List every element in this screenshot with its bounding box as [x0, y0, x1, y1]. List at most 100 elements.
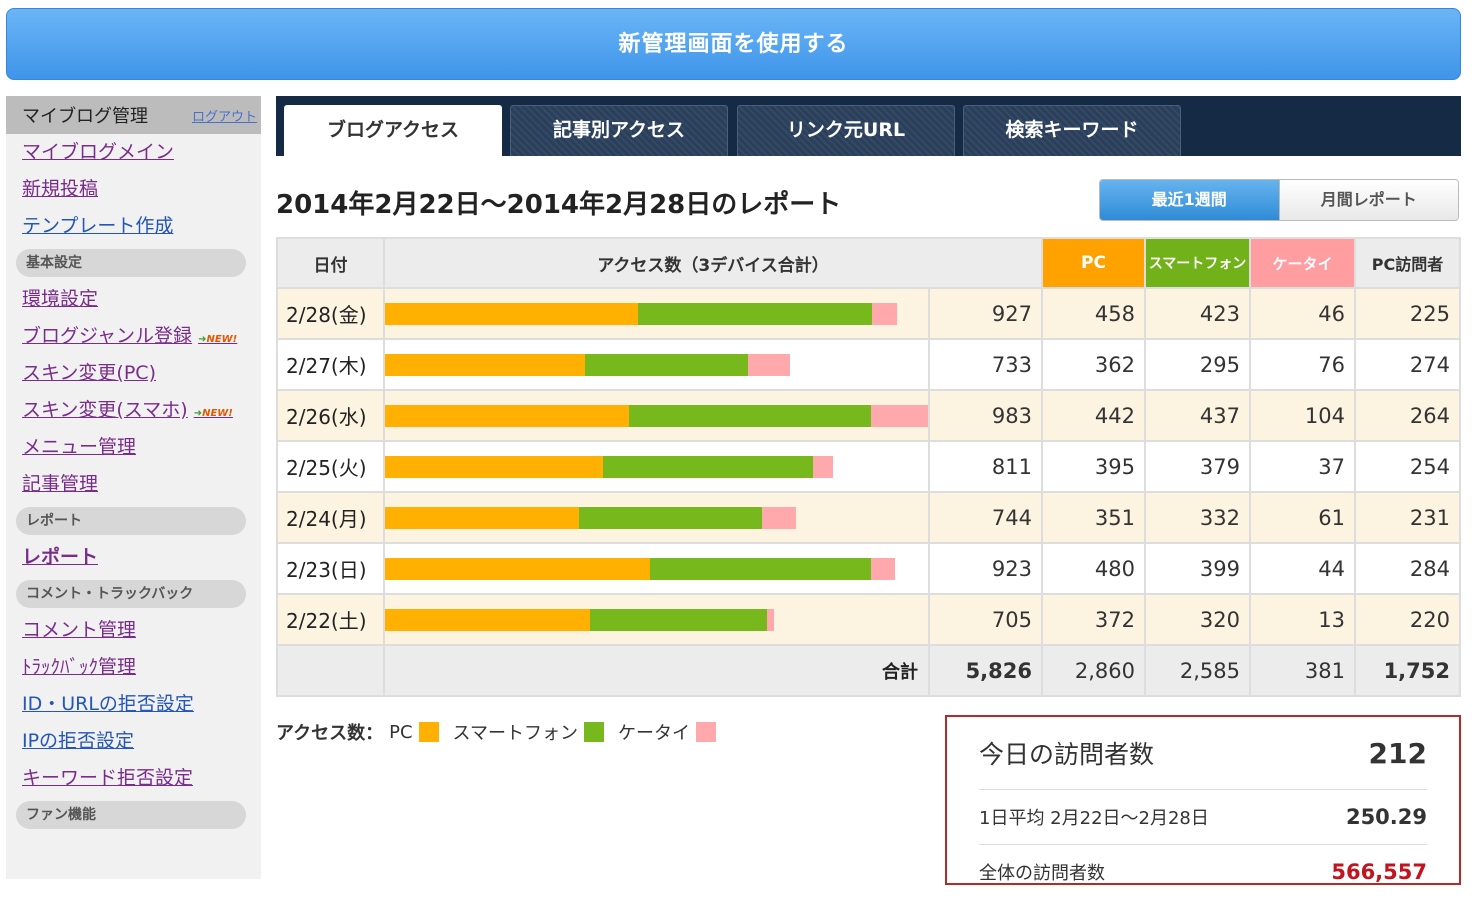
row-total: 744: [928, 491, 1043, 544]
sidebar-menu: マイブログメイン新規投稿テンプレート作成基本設定環境設定ブログジャンル登録 ➜NE…: [6, 134, 261, 829]
col-pc: PC: [1041, 237, 1146, 289]
access-bar-cell: [383, 440, 930, 493]
sidebar-section-header: レポート: [16, 507, 246, 535]
sidebar: マイブログ管理 ログアウト マイブログメイン新規投稿テンプレート作成基本設定環境…: [6, 96, 261, 879]
col-date: 日付: [276, 237, 385, 289]
row-date: 2/25(火): [276, 440, 385, 493]
range-month-button[interactable]: 月間レポート: [1278, 180, 1458, 220]
bar-segment-sp: [603, 456, 813, 478]
sidebar-item[interactable]: 環境設定: [6, 281, 261, 318]
row-pc: 480: [1041, 542, 1146, 595]
row-smartphone: 437: [1144, 389, 1251, 442]
sidebar-item[interactable]: ﾄﾗｯｸﾊﾞｯｸ管理: [6, 649, 261, 686]
stacked-access-bar: [385, 609, 775, 631]
sidebar-item-label: キーワード拒否設定: [22, 767, 194, 789]
row-date: 2/22(土): [276, 593, 385, 646]
sidebar-title: マイブログ管理: [22, 106, 148, 127]
sidebar-item[interactable]: マイブログメイン: [6, 134, 261, 171]
sidebar-item-label: 環境設定: [22, 288, 99, 310]
row-pc-visitors: 254: [1354, 440, 1461, 493]
sidebar-item[interactable]: 新規投稿: [6, 171, 261, 208]
table-total-row: 合計 5,826 2,860 2,585 381 1,752: [276, 644, 1461, 697]
sidebar-section-header: 基本設定: [16, 249, 246, 277]
new-admin-button[interactable]: 新管理画面を使用する: [6, 8, 1461, 80]
col-smartphone: スマートフォン: [1144, 237, 1251, 289]
tab-search-keyword[interactable]: 検索キーワード: [963, 105, 1181, 156]
bar-segment-kt: [812, 456, 833, 478]
sidebar-item[interactable]: ブログジャンル登録 ➜NEW!: [6, 318, 261, 355]
row-pc: 458: [1041, 287, 1146, 340]
legend-sp-label: スマートフォン: [452, 723, 579, 744]
row-pc-visitors: 220: [1354, 593, 1461, 646]
total-visitors-label: 全体の訪問者数: [979, 863, 1105, 884]
stacked-access-bar: [385, 405, 928, 427]
range-week-button[interactable]: 最近1週間: [1100, 180, 1279, 220]
stacked-access-bar: [385, 354, 790, 376]
sidebar-header: マイブログ管理 ログアウト: [6, 96, 261, 134]
sidebar-item[interactable]: スキン変更(PC): [6, 355, 261, 392]
col-keitai: ケータイ: [1249, 237, 1356, 289]
table-row: 2/25(火) 811 395 379 37 254: [276, 440, 1461, 493]
access-table: 日付 アクセス数（3デバイス合計） PC スマートフォン ケータイ PC訪問者 …: [276, 237, 1461, 697]
row-total: 983: [928, 389, 1043, 442]
stacked-access-bar: [385, 507, 796, 529]
tab-blog-access[interactable]: ブログアクセス: [284, 105, 502, 156]
bar-segment-kt: [871, 303, 898, 325]
table-row: 2/22(土) 705 372 320 13 220: [276, 593, 1461, 646]
bar-segment-sp: [629, 405, 871, 427]
sidebar-item[interactable]: テンプレート作成: [6, 208, 261, 245]
bar-segment-sp: [590, 609, 768, 631]
sidebar-item[interactable]: キーワード拒否設定: [6, 760, 261, 797]
total-sp: 2,585: [1144, 644, 1251, 697]
total-visitors-row: 全体の訪問者数 566,557: [979, 845, 1427, 899]
row-total: 705: [928, 593, 1043, 646]
avg-visitors-label: 1日平均 2月22日〜2月28日: [979, 808, 1209, 829]
new-badge-text: NEW!: [202, 408, 233, 419]
legend-kt-label: ケータイ: [618, 723, 691, 744]
row-pc-visitors: 284: [1354, 542, 1461, 595]
table-row: 2/28(金) 927 458 423 46 225: [276, 287, 1461, 340]
access-bar-cell: [383, 389, 930, 442]
bar-segment-pc: [385, 303, 638, 325]
legend-pc-swatch: [418, 722, 439, 742]
row-date: 2/23(日): [276, 542, 385, 595]
row-keitai: 46: [1249, 287, 1356, 340]
logout-link[interactable]: ログアウト: [192, 106, 257, 125]
sidebar-item[interactable]: メニュー管理: [6, 429, 261, 466]
sidebar-item[interactable]: IPの拒否設定: [6, 723, 261, 760]
tab-article-access[interactable]: 記事別アクセス: [510, 105, 728, 156]
row-pc: 372: [1041, 593, 1146, 646]
access-bar-cell: [383, 491, 930, 544]
bar-segment-pc: [385, 354, 585, 376]
access-bar-cell: [383, 593, 930, 646]
legend-kt-swatch: [696, 722, 717, 742]
avg-visitors-value: 250.29: [1345, 805, 1427, 829]
sidebar-item[interactable]: ID・URLの拒否設定: [6, 686, 261, 723]
sidebar-item[interactable]: レポート: [6, 539, 261, 576]
row-pc-visitors: 274: [1354, 338, 1461, 391]
table-row: 2/26(水) 983 442 437 104 264: [276, 389, 1461, 442]
sidebar-item[interactable]: 記事管理: [6, 466, 261, 503]
row-keitai: 37: [1249, 440, 1356, 493]
sidebar-item-label: スキン変更(PC): [22, 362, 156, 384]
sidebar-item[interactable]: スキン変更(スマホ) ➜NEW!: [6, 392, 261, 429]
legend-sp-swatch: [584, 722, 605, 742]
sidebar-item[interactable]: コメント管理: [6, 612, 261, 649]
legend-label: アクセス数：: [276, 723, 384, 744]
report-title: 2014年2月22日〜2014年2月28日のレポート: [276, 190, 842, 220]
row-total: 811: [928, 440, 1043, 493]
total-pc: 2,860: [1041, 644, 1146, 697]
visitor-stats-box: 今日の訪問者数 212 1日平均 2月22日〜2月28日 250.29 全体の訪…: [945, 715, 1461, 885]
row-smartphone: 320: [1144, 593, 1251, 646]
access-bar-cell: [383, 287, 930, 340]
row-total: 923: [928, 542, 1043, 595]
bar-segment-kt: [870, 405, 928, 427]
total-visitors: 1,752: [1354, 644, 1461, 697]
bar-segment-pc: [385, 609, 591, 631]
tab-referrer-url[interactable]: リンク元URL: [737, 105, 955, 156]
row-total: 733: [928, 338, 1043, 391]
total-empty-cell: [276, 644, 385, 697]
sidebar-item-label: 新規投稿: [22, 178, 99, 200]
sidebar-item-label: ID・URLの拒否設定: [22, 693, 194, 715]
row-pc-visitors: 264: [1354, 389, 1461, 442]
